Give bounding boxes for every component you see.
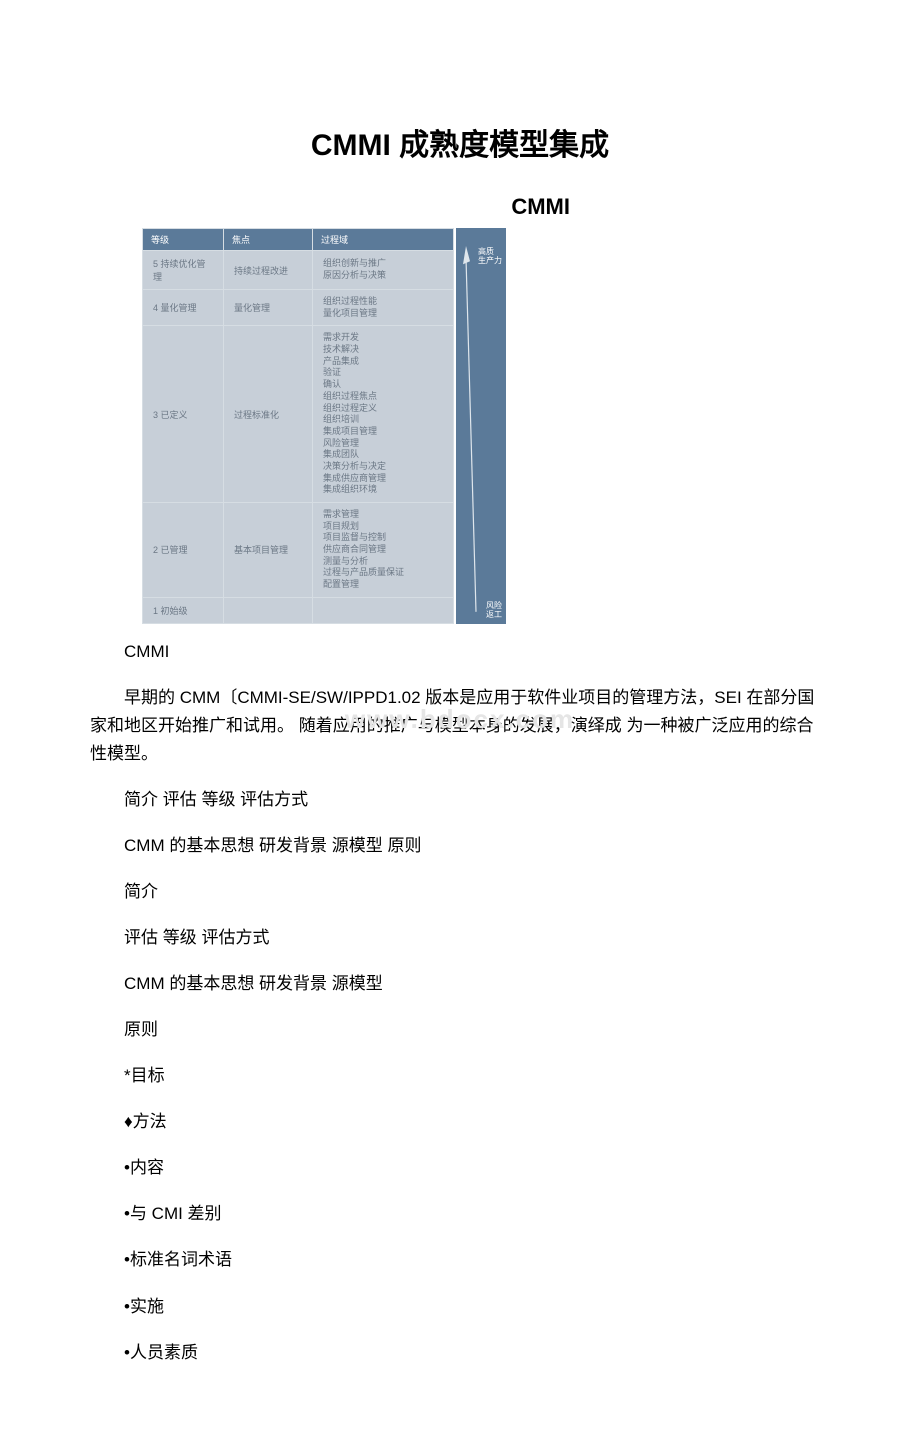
table-row: 3 已定义 过程标准化 需求开发 技术解决 产品集成 验证 确认 组织过程焦点 …	[143, 326, 454, 503]
subtitle: CMMI	[90, 194, 830, 220]
cmmi-table: 等级 焦点 过程域 5 持续优化管理 持续过程改进 组织创新与推广 原因分析与决…	[142, 228, 454, 624]
toc-line: *目标	[90, 1062, 830, 1090]
cell-areas: 需求开发 技术解决 产品集成 验证 确认 组织过程焦点 组织过程定义 组织培训 …	[313, 326, 454, 503]
cell-level: 2 已管理	[143, 503, 224, 598]
col-header-focus: 焦点	[224, 229, 313, 251]
table-row: 5 持续优化管理 持续过程改进 组织创新与推广 原因分析与决策	[143, 251, 454, 290]
toc-line: •实施	[90, 1293, 830, 1321]
toc-line: CMM 的基本思想 研发背景 源模型 原则	[90, 832, 830, 860]
cell-areas: 组织创新与推广 原因分析与决策	[313, 251, 454, 290]
cell-focus: 基本项目管理	[224, 503, 313, 598]
toc-line: •与 CMI 差别	[90, 1200, 830, 1228]
cell-focus: 量化管理	[224, 290, 313, 326]
cell-areas: 需求管理 项目规划 项目监督与控制 供应商合同管理 测量与分析 过程与产品质量保…	[313, 503, 454, 598]
intro-paragraph: 早期的 CMM〔CMMI-SE/SW/IPPD1.02 版本是应用于软件业项目的…	[90, 684, 830, 768]
arrow-icon	[462, 246, 482, 612]
diagram-caption: CMMI	[90, 638, 830, 666]
col-header-areas: 过程域	[313, 229, 454, 251]
arrow-column: 高质 生产力 风险 返工	[456, 228, 506, 624]
toc-line: 评估 等级 评估方式	[90, 924, 830, 952]
page-title: CMMI 成熟度模型集成	[90, 120, 830, 164]
toc-line: •人员素质	[90, 1339, 830, 1367]
arrow-bottom-label: 风险 返工	[486, 602, 502, 620]
col-header-level: 等级	[143, 229, 224, 251]
table-row: 2 已管理 基本项目管理 需求管理 项目规划 项目监督与控制 供应商合同管理 测…	[143, 503, 454, 598]
cell-level: 4 量化管理	[143, 290, 224, 326]
cell-focus: 持续过程改进	[224, 251, 313, 290]
cmmi-diagram: 等级 焦点 过程域 5 持续优化管理 持续过程改进 组织创新与推广 原因分析与决…	[142, 228, 830, 624]
cell-level: 5 持续优化管理	[143, 251, 224, 290]
table-row: 4 量化管理 量化管理 组织过程性能 量化项目管理	[143, 290, 454, 326]
cell-focus: 过程标准化	[224, 326, 313, 503]
cell-areas: 组织过程性能 量化项目管理	[313, 290, 454, 326]
toc-line: 简介 评估 等级 评估方式	[90, 786, 830, 814]
toc-line: CMM 的基本思想 研发背景 源模型	[90, 970, 830, 998]
cell-focus	[224, 597, 313, 623]
toc-line: 简介	[90, 878, 830, 906]
toc-line: 原则	[90, 1016, 830, 1044]
toc-line: •标准名词术语	[90, 1246, 830, 1274]
cell-level: 3 已定义	[143, 326, 224, 503]
cell-areas	[313, 597, 454, 623]
toc-line: •内容	[90, 1154, 830, 1182]
toc-line: ♦方法	[90, 1108, 830, 1136]
cell-level: 1 初始级	[143, 597, 224, 623]
table-row: 1 初始级	[143, 597, 454, 623]
